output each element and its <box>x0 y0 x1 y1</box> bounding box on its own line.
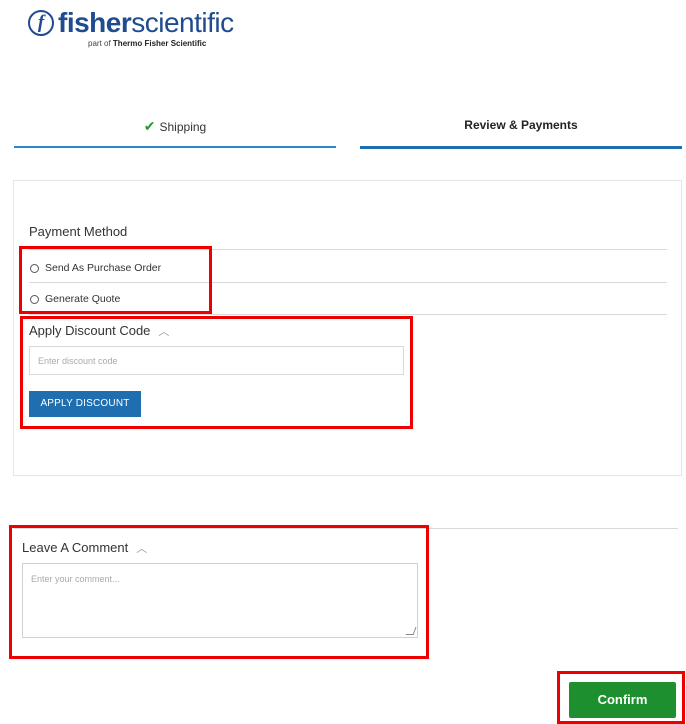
payment-method-title: Payment Method <box>29 224 128 239</box>
fisher-scientific-logo[interactable]: f fisherscientific part of Thermo Fisher… <box>28 7 258 50</box>
comment-textarea[interactable]: Enter your comment... <box>22 563 418 638</box>
radio-purchase-order[interactable] <box>30 263 39 273</box>
chevron-up-icon: ︿ <box>136 543 148 555</box>
radio-generate-quote[interactable] <box>30 294 39 304</box>
resize-handle-icon[interactable] <box>405 627 417 635</box>
divider <box>29 282 667 283</box>
tab-review-label: Review & Payments <box>464 118 578 132</box>
option-purchase-order[interactable]: Send As Purchase Order <box>30 262 161 274</box>
logo-tag-bold: Thermo Fisher Scientific <box>112 39 207 48</box>
logo-bold-text: fisher <box>58 7 132 38</box>
divider <box>14 528 678 529</box>
discount-code-input[interactable]: Enter discount code <box>29 346 404 375</box>
comment-placeholder: Enter your comment... <box>31 574 120 584</box>
logo-f-icon: f <box>28 10 54 36</box>
confirm-button[interactable]: Confirm <box>569 682 676 718</box>
discount-title: Apply Discount Code <box>29 323 151 338</box>
discount-toggle[interactable]: Apply Discount Code ︿ <box>29 323 169 339</box>
option-purchase-order-label: Send As Purchase Order <box>45 262 162 274</box>
check-icon: ✔ <box>143 118 156 134</box>
logo-light-text: scientific <box>131 7 234 38</box>
comment-title: Leave A Comment <box>22 540 129 555</box>
logo-tagline: part of Thermo Fisher Scientific <box>88 39 206 48</box>
tab-shipping[interactable]: ✔ Shipping <box>14 118 336 148</box>
logo-wordmark: fisherscientific <box>58 6 234 40</box>
logo-tag-prefix: part of <box>88 39 111 48</box>
comment-toggle[interactable]: Leave A Comment ︿ <box>22 540 147 556</box>
tab-review-payments[interactable]: Review & Payments <box>360 118 682 149</box>
chevron-up-icon: ︿ <box>158 326 170 338</box>
divider <box>29 314 667 315</box>
divider <box>29 249 667 250</box>
apply-discount-button[interactable]: APPLY DISCOUNT <box>29 391 141 417</box>
option-generate-quote[interactable]: Generate Quote <box>30 293 120 305</box>
option-generate-quote-label: Generate Quote <box>45 293 121 305</box>
tab-shipping-label: Shipping <box>159 120 207 134</box>
